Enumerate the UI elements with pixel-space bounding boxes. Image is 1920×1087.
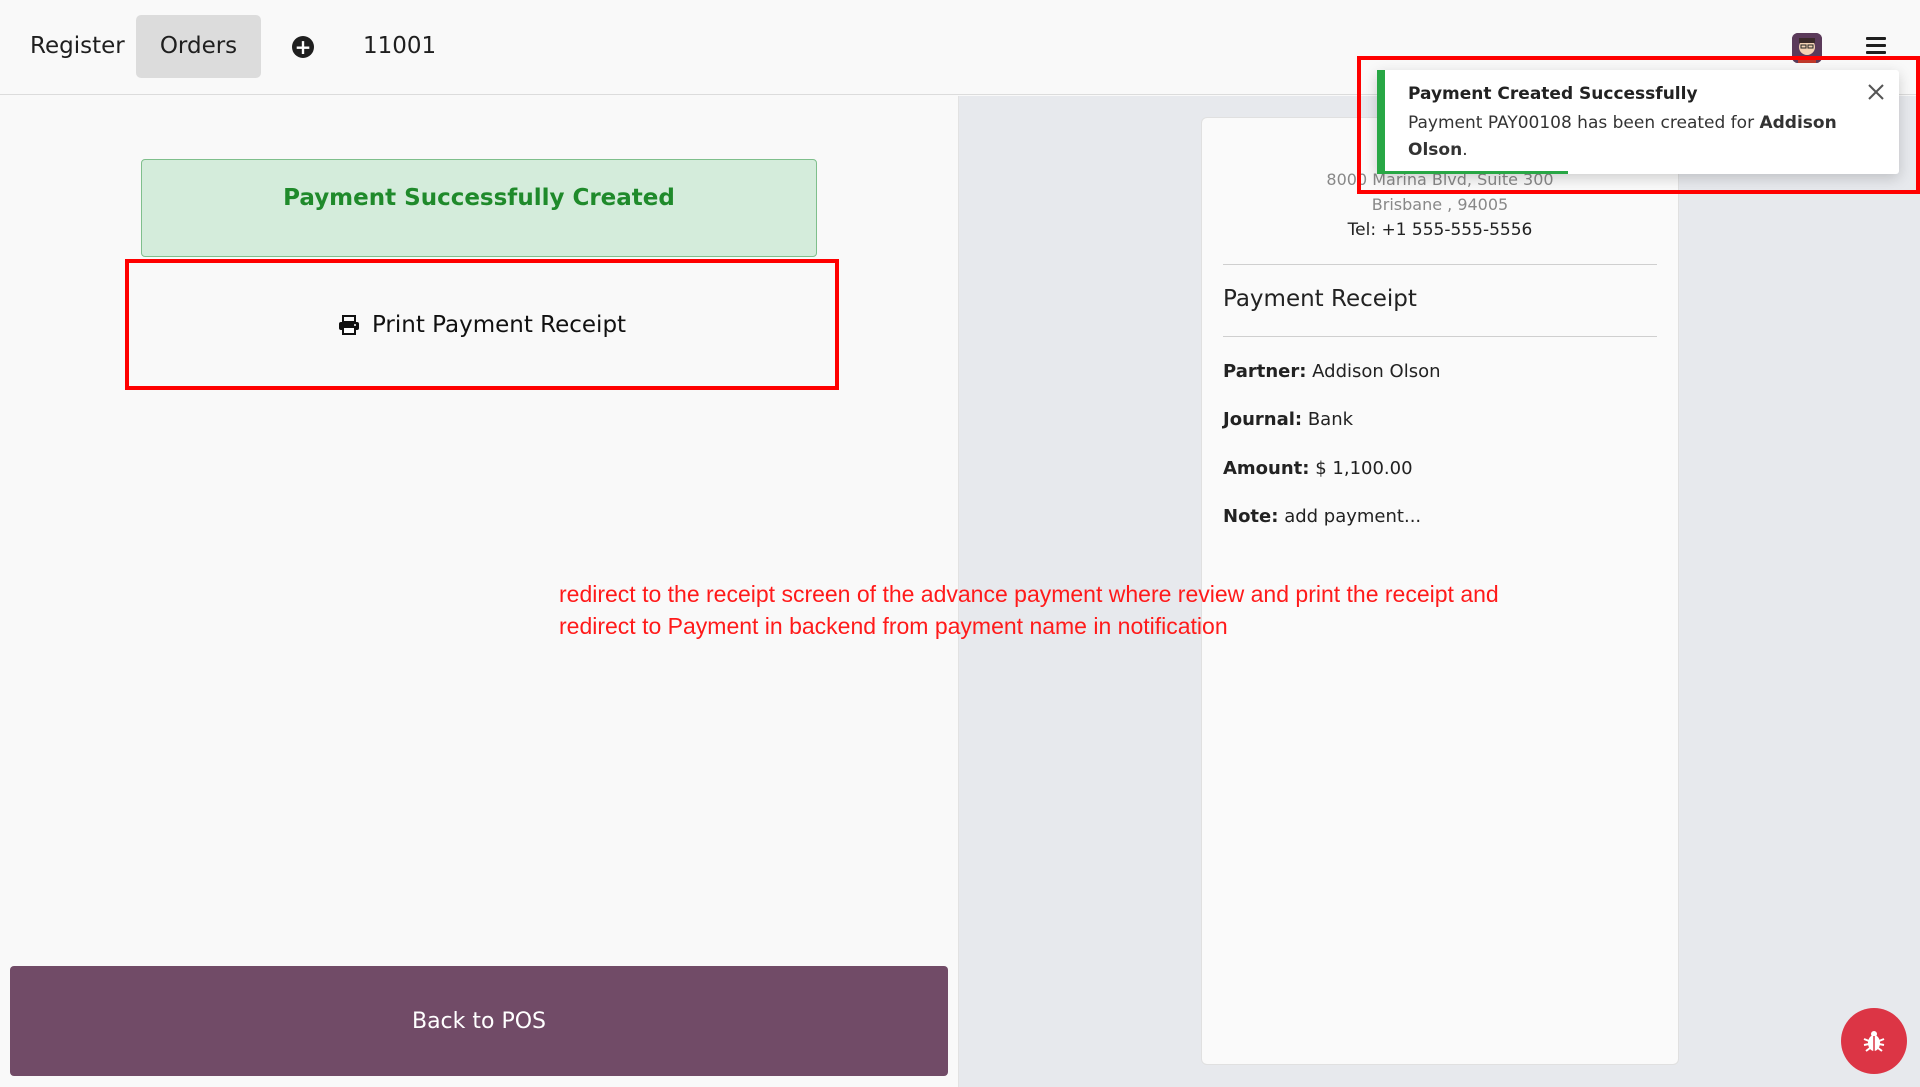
journal-value: Bank [1307, 409, 1354, 430]
toast-text-prefix: Payment [1408, 113, 1488, 133]
receipt-divider [1223, 264, 1657, 265]
debug-button[interactable] [1841, 1008, 1907, 1074]
amount-value: $ 1,100.00 [1315, 458, 1413, 479]
receipt-title: Payment Receipt [1223, 286, 1417, 312]
annotation-line-2: redirect to Payment in backend from paym… [559, 613, 1228, 639]
toast-message: Payment PAY00108 has been created for Ad… [1408, 110, 1848, 164]
note-value: add payment... [1284, 506, 1422, 527]
payment-name-link[interactable]: PAY00108 [1488, 113, 1572, 133]
print-receipt-label: Print Payment Receipt [371, 311, 627, 338]
toast-title: Payment Created Successfully [1408, 84, 1698, 104]
annotation-line-1: redirect to the receipt screen of the ad… [559, 581, 1499, 607]
partner-value: Addison Olson [1312, 361, 1441, 382]
nav-orders[interactable]: Orders [136, 15, 261, 78]
receipt-divider [1223, 336, 1657, 337]
success-banner: Payment Successfully Created [141, 159, 817, 257]
toast-accent-bar [1377, 70, 1385, 174]
company-city: Brisbane , 94005 [1371, 195, 1509, 214]
company-tel: Tel: +1 555-555-5556 [1347, 220, 1533, 240]
back-to-pos-button[interactable]: Back to POS [10, 966, 948, 1076]
notification-toast: Payment Created Successfully Payment PAY… [1377, 70, 1899, 174]
toast-text-middle: has been created for [1571, 113, 1760, 133]
user-avatar[interactable] [1792, 33, 1822, 63]
printer-icon [338, 314, 359, 335]
journal-label: Journal: [1223, 409, 1303, 430]
nav-register[interactable]: Register [10, 15, 145, 78]
add-order-button[interactable]: + [280, 15, 326, 78]
receipt-partner: Partner: Addison Olson [1223, 361, 1441, 382]
bug-icon [1863, 1031, 1885, 1052]
order-number-tab[interactable]: 11001 [343, 15, 456, 78]
note-label: Note: [1223, 506, 1279, 527]
amount-label: Amount: [1223, 458, 1310, 479]
annotation-text: redirect to the receipt screen of the ad… [559, 578, 1559, 642]
plus-circle-icon: + [292, 36, 314, 58]
print-receipt-button[interactable]: Print Payment Receipt [125, 259, 839, 390]
hamburger-menu-icon[interactable] [1866, 37, 1886, 55]
receipt-journal: Journal: Bank [1223, 409, 1353, 430]
toast-progress-bar [1385, 171, 1568, 174]
partner-label: Partner: [1223, 361, 1307, 382]
receipt-note: Note: add payment... [1223, 506, 1421, 527]
close-icon[interactable] [1864, 80, 1888, 104]
receipt-amount: Amount: $ 1,100.00 [1223, 458, 1413, 479]
toast-text-suffix: . [1462, 140, 1468, 160]
avatar-icon [1792, 33, 1822, 63]
